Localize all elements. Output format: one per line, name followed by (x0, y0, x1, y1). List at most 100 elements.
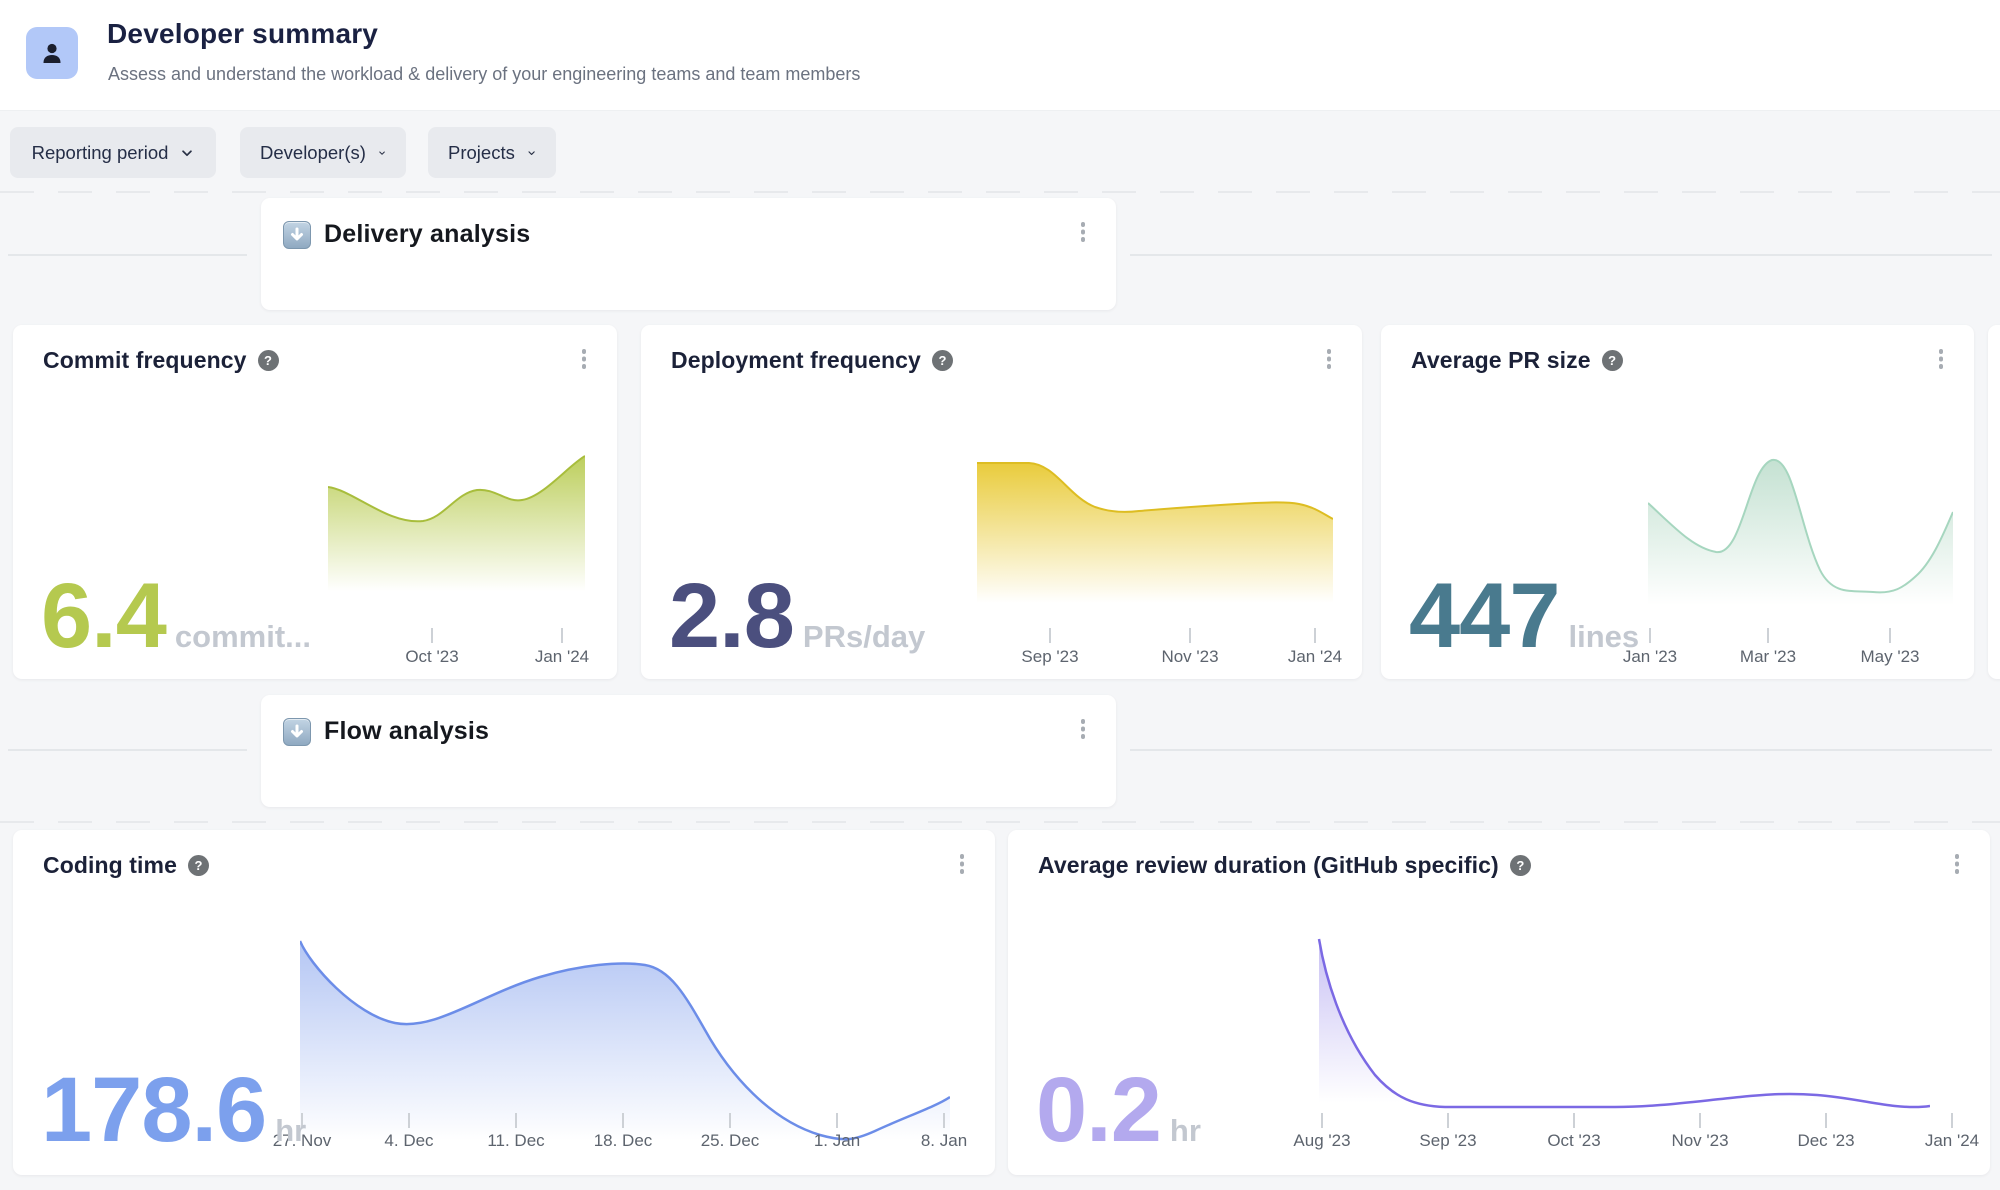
filter-projects[interactable]: Projects (428, 127, 556, 178)
card-title: Deployment frequency (671, 347, 921, 374)
question-mark-icon[interactable]: ? (932, 350, 953, 371)
axis-label: Aug '23 (1293, 1131, 1350, 1151)
card-menu-button[interactable] (949, 848, 975, 882)
question-mark-icon[interactable]: ? (1510, 855, 1531, 876)
section-flow-analysis: Flow analysis (261, 695, 1116, 807)
axis-label: 8. Jan (921, 1131, 967, 1151)
filter-developers[interactable]: Developer(s) (240, 127, 406, 178)
row-line-right (1130, 749, 1992, 751)
axis-label: Nov '23 (1161, 647, 1218, 667)
page-title: Developer summary (107, 18, 378, 50)
axis-label: Jan '24 (535, 647, 589, 667)
average-pr-size-area-chart (1648, 458, 1953, 618)
metric-unit: hr (1170, 1113, 1201, 1149)
metric-value: 6.4 (41, 579, 166, 654)
card-menu-button[interactable] (571, 343, 597, 377)
section-title: Delivery analysis (324, 220, 530, 249)
kebab-menu-icon (1081, 719, 1086, 724)
axis-tick (1189, 628, 1191, 643)
axis-tick (408, 1113, 410, 1128)
metric-value: 447 (1409, 579, 1560, 654)
axis-tick (1767, 628, 1769, 643)
axis-tick (515, 1113, 517, 1128)
axis-tick (431, 628, 433, 643)
axis-tick (1314, 628, 1316, 643)
chevron-down-icon (378, 146, 386, 160)
axis-tick (622, 1113, 624, 1128)
card-title: Coding time (43, 852, 177, 879)
metric-unit: hr (275, 1113, 306, 1149)
axis-tick (561, 628, 563, 643)
axis-tick (1889, 628, 1891, 643)
axis-label: Sep '23 (1021, 647, 1078, 667)
axis-label: Dec '23 (1797, 1131, 1854, 1151)
card-menu-button[interactable] (1316, 343, 1342, 377)
card-menu-button[interactable] (1928, 343, 1954, 377)
metric-value: 178.6 (41, 1073, 266, 1148)
axis-tick (1321, 1113, 1323, 1128)
row-line-left (8, 254, 247, 256)
axis-label: May '23 (1861, 647, 1920, 667)
row-line-right (1130, 254, 1992, 256)
metric-unit: PRs/day (803, 619, 925, 655)
axis-tick (1447, 1113, 1449, 1128)
page-header: Developer summary Assess and understand … (0, 0, 2000, 111)
deployment-frequency-area-chart (977, 455, 1333, 615)
card-commit-frequency: Commit frequency ? Oct '23 Jan '24 6.4 c… (13, 325, 617, 679)
kebab-menu-icon (1955, 854, 1960, 859)
axis-tick (836, 1113, 838, 1128)
axis-label: Oct '23 (405, 647, 458, 667)
chevron-down-icon (527, 146, 536, 160)
page-subtitle: Assess and understand the workload & del… (108, 64, 860, 85)
kebab-menu-icon (582, 349, 587, 354)
axis-tick (1951, 1113, 1953, 1128)
card-average-review-duration: Average review duration (GitHub specific… (1008, 830, 1990, 1175)
kebab-menu-icon (1939, 349, 1944, 354)
axis-label: 25. Dec (701, 1131, 760, 1151)
metric-unit: commit... (175, 619, 311, 655)
coding-time-area-chart (300, 935, 950, 1163)
question-mark-icon[interactable]: ? (188, 855, 209, 876)
down-arrow-button-emoji (283, 221, 311, 249)
axis-label: Nov '23 (1671, 1131, 1728, 1151)
card-average-pr-size: Average PR size ? Jan '23 Mar '23 May '2… (1381, 325, 1974, 679)
card-title: Average review duration (GitHub specific… (1038, 852, 1499, 879)
axis-tick (1699, 1113, 1701, 1128)
row-line-left (8, 749, 247, 751)
dashed-separator (0, 191, 2000, 193)
question-mark-icon[interactable]: ? (1602, 350, 1623, 371)
filter-reporting-period-label: Reporting period (32, 142, 169, 164)
axis-label: Jan '24 (1925, 1131, 1979, 1151)
section-menu-button[interactable] (1070, 216, 1096, 250)
section-title: Flow analysis (324, 717, 489, 746)
axis-label: 18. Dec (594, 1131, 653, 1151)
filter-reporting-period[interactable]: Reporting period (10, 127, 216, 178)
kebab-menu-icon (1327, 349, 1332, 354)
card-title: Commit frequency (43, 347, 247, 374)
kebab-menu-icon (960, 854, 965, 859)
axis-label: Sep '23 (1419, 1131, 1476, 1151)
filter-projects-label: Projects (448, 142, 515, 164)
down-arrow-button-emoji (283, 718, 311, 746)
axis-label: Mar '23 (1740, 647, 1796, 667)
chevron-down-icon (180, 146, 194, 160)
axis-label: 4. Dec (384, 1131, 433, 1151)
metric-value: 2.8 (669, 579, 794, 654)
axis-tick (1049, 628, 1051, 643)
card-deployment-frequency: Deployment frequency ? Sep '23 Nov '23 J… (641, 325, 1362, 679)
axis-tick (943, 1113, 945, 1128)
axis-label: Oct '23 (1547, 1131, 1600, 1151)
dashed-separator (0, 821, 2000, 823)
metric-value: 0.2 (1036, 1073, 1161, 1148)
axis-label: Jan '24 (1288, 647, 1342, 667)
card-menu-button[interactable] (1944, 848, 1970, 882)
review-duration-area-chart (1315, 935, 1930, 1117)
card-coding-time: Coding time ? 27. Nov 4. Dec 11. Dec 18.… (13, 830, 995, 1175)
section-menu-button[interactable] (1070, 713, 1096, 747)
section-delivery-analysis: Delivery analysis (261, 198, 1116, 310)
person-icon (38, 39, 66, 67)
avatar (26, 27, 78, 79)
kebab-menu-icon (1081, 222, 1086, 227)
question-mark-icon[interactable]: ? (258, 350, 279, 371)
metric-unit: lines (1569, 619, 1640, 655)
